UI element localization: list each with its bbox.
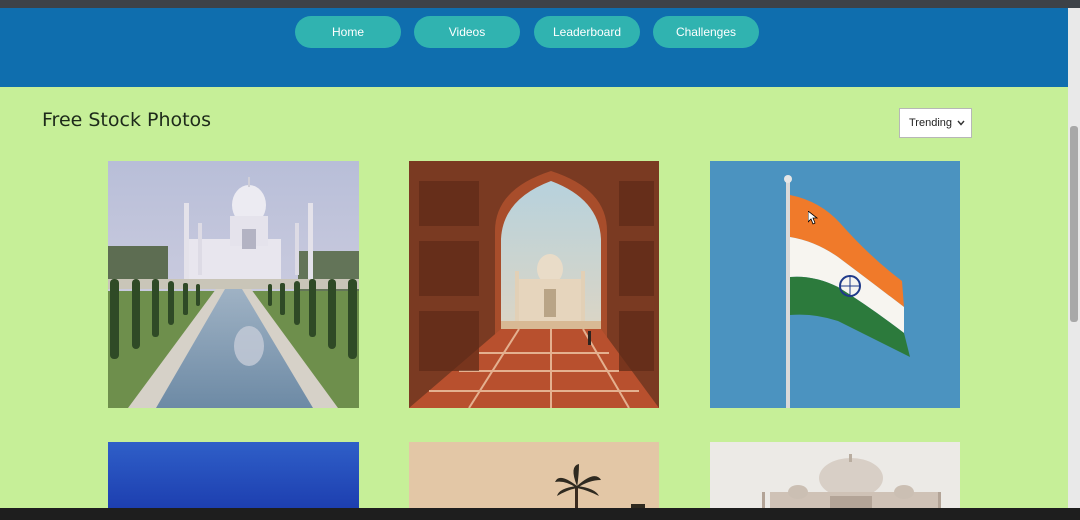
nav-leaderboard-button[interactable]: Leaderboard [534,16,640,48]
mouse-cursor-icon [808,211,818,225]
bottom-bar [0,508,1080,520]
photo-blue-sky[interactable] [108,442,359,508]
nav-videos-button[interactable]: Videos [414,16,520,48]
page-scrollbar[interactable] [1068,8,1080,508]
nav-videos-label: Videos [448,25,486,39]
sort-selected-value: Trending [909,117,953,129]
chevron-down-icon [957,120,965,126]
nav-home-label: Home [331,25,364,39]
nav-home-button[interactable]: Home [295,16,401,48]
nav-leaderboard-label: Leaderboard [552,25,622,39]
scrollbar-thumb[interactable] [1070,126,1078,322]
photo-taj-mahal-reflecting-pool[interactable] [108,161,359,408]
nav-challenges-button[interactable]: Challenges [653,16,759,48]
nav-challenges-label: Challenges [675,25,737,39]
photo-taj-mahal-through-arch[interactable] [409,161,659,408]
page-title: Free Stock Photos [42,109,212,131]
site-header: Home Videos Leaderboard Challenges [0,8,1068,87]
photo-palm-tree[interactable] [409,442,659,508]
photo-indian-flag[interactable] [710,161,960,408]
photo-taj-mahal-domes[interactable] [710,442,960,508]
sort-select[interactable]: Trending [899,108,972,138]
browser-top-strip [0,0,1080,8]
